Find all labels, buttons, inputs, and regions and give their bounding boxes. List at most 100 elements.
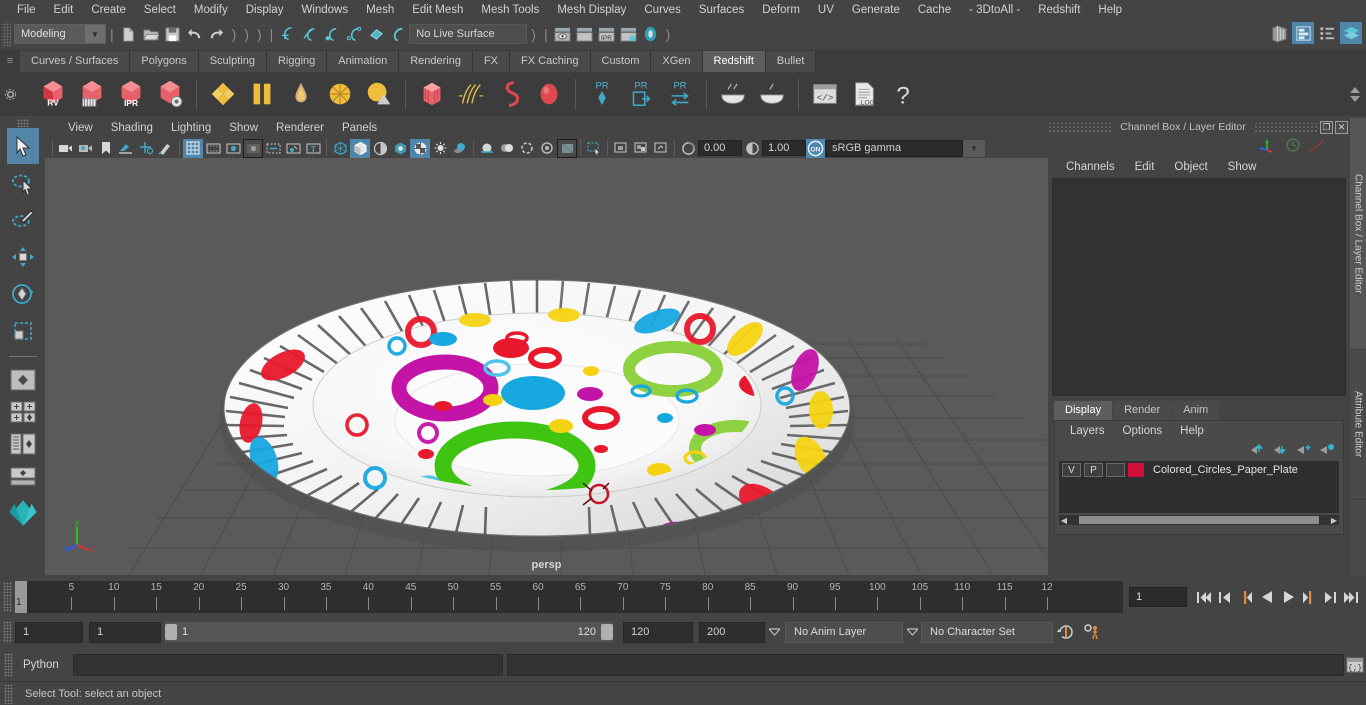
- range-start-handle[interactable]: [165, 624, 177, 640]
- channel-box-menu-channels[interactable]: Channels: [1056, 161, 1125, 173]
- go-to-end-icon[interactable]: [1342, 587, 1360, 607]
- snap-view-plane-icon[interactable]: [365, 23, 387, 45]
- range-end-handle[interactable]: [601, 624, 613, 640]
- viewport-menu-shading[interactable]: Shading: [102, 118, 162, 138]
- side-tab-channel-box[interactable]: Channel Box / Layer Editor: [1350, 118, 1366, 350]
- tab-render[interactable]: Render: [1113, 401, 1172, 420]
- bookmark-icon[interactable]: [96, 139, 116, 158]
- range-slider-track[interactable]: 1 120: [165, 622, 613, 642]
- side-tab-attribute-editor[interactable]: Attribute Editor: [1350, 350, 1366, 500]
- layer-name[interactable]: Colored_Circles_Paper_Plate: [1153, 464, 1298, 476]
- redshift-help-icon[interactable]: ?: [884, 76, 922, 112]
- tab-display[interactable]: Display: [1054, 401, 1113, 420]
- menu-windows[interactable]: Windows: [292, 0, 357, 20]
- anim-layer-chevron-down-icon[interactable]: [903, 622, 921, 642]
- redshift-material-icon[interactable]: [204, 76, 242, 112]
- scroll-up-icon[interactable]: [1350, 86, 1360, 93]
- snap-curve-icon[interactable]: [299, 23, 321, 45]
- menu-mesh-display[interactable]: Mesh Display: [548, 0, 635, 20]
- step-forward-frame-icon[interactable]: [1300, 587, 1318, 607]
- save-scene-icon[interactable]: [162, 23, 184, 45]
- image-plane-icon[interactable]: [116, 139, 136, 158]
- scroll-down-icon[interactable]: [1350, 95, 1360, 102]
- redshift-hair-icon[interactable]: [452, 76, 490, 112]
- transform-axis-icon[interactable]: [1258, 137, 1278, 156]
- play-backwards-icon[interactable]: [1258, 587, 1276, 607]
- shelf-options-gear-icon[interactable]: [0, 72, 20, 116]
- character-set-field[interactable]: No Character Set: [921, 621, 1053, 643]
- menu-curves[interactable]: Curves: [635, 0, 689, 20]
- menu-redshift[interactable]: Redshift: [1029, 0, 1089, 20]
- animation-preferences-icon[interactable]: [1079, 622, 1105, 642]
- step-forward-keyframe-icon[interactable]: [1321, 587, 1339, 607]
- viewport-menu-show[interactable]: Show: [220, 118, 267, 138]
- redshift-curves-icon[interactable]: [491, 76, 529, 112]
- menu-create[interactable]: Create: [82, 0, 135, 20]
- viewport-menu-view[interactable]: View: [59, 118, 102, 138]
- shelf-tab-fx-caching[interactable]: FX Caching: [510, 51, 591, 72]
- single-perspective-layout[interactable]: [6, 365, 40, 395]
- redshift-pr-export-icon[interactable]: PR: [622, 76, 660, 112]
- shelf-tab-sculpting[interactable]: Sculpting: [198, 51, 267, 72]
- lasso-select-tool[interactable]: [7, 165, 39, 201]
- channel-box-menu-object[interactable]: Object: [1164, 161, 1217, 173]
- shelf-collapse-handle[interactable]: ≡: [0, 50, 20, 72]
- shelf-tab-xgen[interactable]: XGen: [651, 51, 703, 72]
- redshift-area-light-icon[interactable]: [360, 76, 398, 112]
- panel-restore-icon[interactable]: ❐: [1320, 120, 1333, 134]
- redshift-dome-light-icon[interactable]: [282, 76, 320, 112]
- smooth-shade-icon[interactable]: [350, 138, 370, 158]
- playback-speed-chevron-down-icon[interactable]: [765, 622, 783, 642]
- current-frame-field[interactable]: 1: [1129, 587, 1187, 607]
- attribute-editor-toggle-icon[interactable]: [1316, 22, 1338, 44]
- anim-layer-field[interactable]: No Anim Layer: [785, 621, 903, 643]
- panel-drag-handle-right[interactable]: [1253, 122, 1318, 132]
- layer-list-scrollbar[interactable]: ◀ ▶: [1059, 515, 1339, 525]
- shelf-tab-fx[interactable]: FX: [472, 51, 511, 72]
- channel-box-menu-show[interactable]: Show: [1218, 161, 1267, 173]
- layer-list[interactable]: V P Colored_Circles_Paper_Plate: [1059, 461, 1339, 513]
- menu-modify[interactable]: Modify: [185, 0, 237, 20]
- rotate-tool[interactable]: [7, 276, 39, 312]
- range-start-field[interactable]: 1: [89, 621, 161, 643]
- shelf-tab-polygons[interactable]: Polygons: [130, 51, 199, 72]
- use-default-light-icon[interactable]: [430, 139, 450, 158]
- redshift-settings-icon[interactable]: [151, 76, 189, 112]
- help-line-grip[interactable]: [4, 683, 13, 704]
- tab-anim[interactable]: Anim: [1172, 401, 1220, 420]
- render-settings-icon[interactable]: [618, 23, 640, 45]
- layer-shading-toggle[interactable]: [1106, 463, 1125, 477]
- gamma-value-field[interactable]: 1.00: [762, 140, 806, 156]
- snap-to-view-icon[interactable]: [651, 139, 671, 158]
- exposure-value-field[interactable]: 0.00: [698, 140, 742, 156]
- shelf-tab-animation[interactable]: Animation: [327, 51, 400, 72]
- menu-edit[interactable]: Edit: [45, 0, 83, 20]
- viewport-menu-renderer[interactable]: Renderer: [267, 118, 333, 138]
- layer-color-swatch[interactable]: [1128, 463, 1144, 477]
- shadows-icon[interactable]: [450, 139, 470, 158]
- grid-toggle-icon[interactable]: [183, 138, 203, 158]
- resolution-gate-icon[interactable]: [223, 139, 243, 158]
- scale-tool[interactable]: [7, 313, 39, 349]
- script-output-field[interactable]: [507, 654, 1344, 676]
- menu-surfaces[interactable]: Surfaces: [690, 0, 753, 20]
- color-management-enable-icon[interactable]: ON: [806, 138, 825, 158]
- menu-generate[interactable]: Generate: [843, 0, 909, 20]
- motion-blur-icon[interactable]: [497, 139, 517, 158]
- flat-shade-icon[interactable]: [390, 139, 410, 158]
- redshift-volume-icon[interactable]: [413, 76, 451, 112]
- move-tool[interactable]: [7, 239, 39, 275]
- viewport-menu-panels[interactable]: Panels: [333, 118, 386, 138]
- command-line-grip[interactable]: [4, 653, 13, 677]
- textured-icon[interactable]: [410, 138, 430, 158]
- redshift-pr-point-icon[interactable]: PR: [583, 76, 621, 112]
- undo-icon[interactable]: [184, 23, 206, 45]
- live-surface-field[interactable]: No Live Surface: [409, 24, 528, 44]
- color-management-dropdown-chevron-down-icon[interactable]: ▼: [963, 139, 985, 157]
- redshift-render-view-icon[interactable]: RV: [34, 76, 72, 112]
- menu-3dtoall[interactable]: - 3DtoAll -: [960, 0, 1029, 20]
- shelf-tab-curves-surfaces[interactable]: Curves / Surfaces: [20, 51, 131, 72]
- persp-graph-layout[interactable]: [6, 461, 40, 491]
- make-live-icon[interactable]: [387, 23, 409, 45]
- workspace-selector[interactable]: Modeling ▼: [14, 24, 106, 44]
